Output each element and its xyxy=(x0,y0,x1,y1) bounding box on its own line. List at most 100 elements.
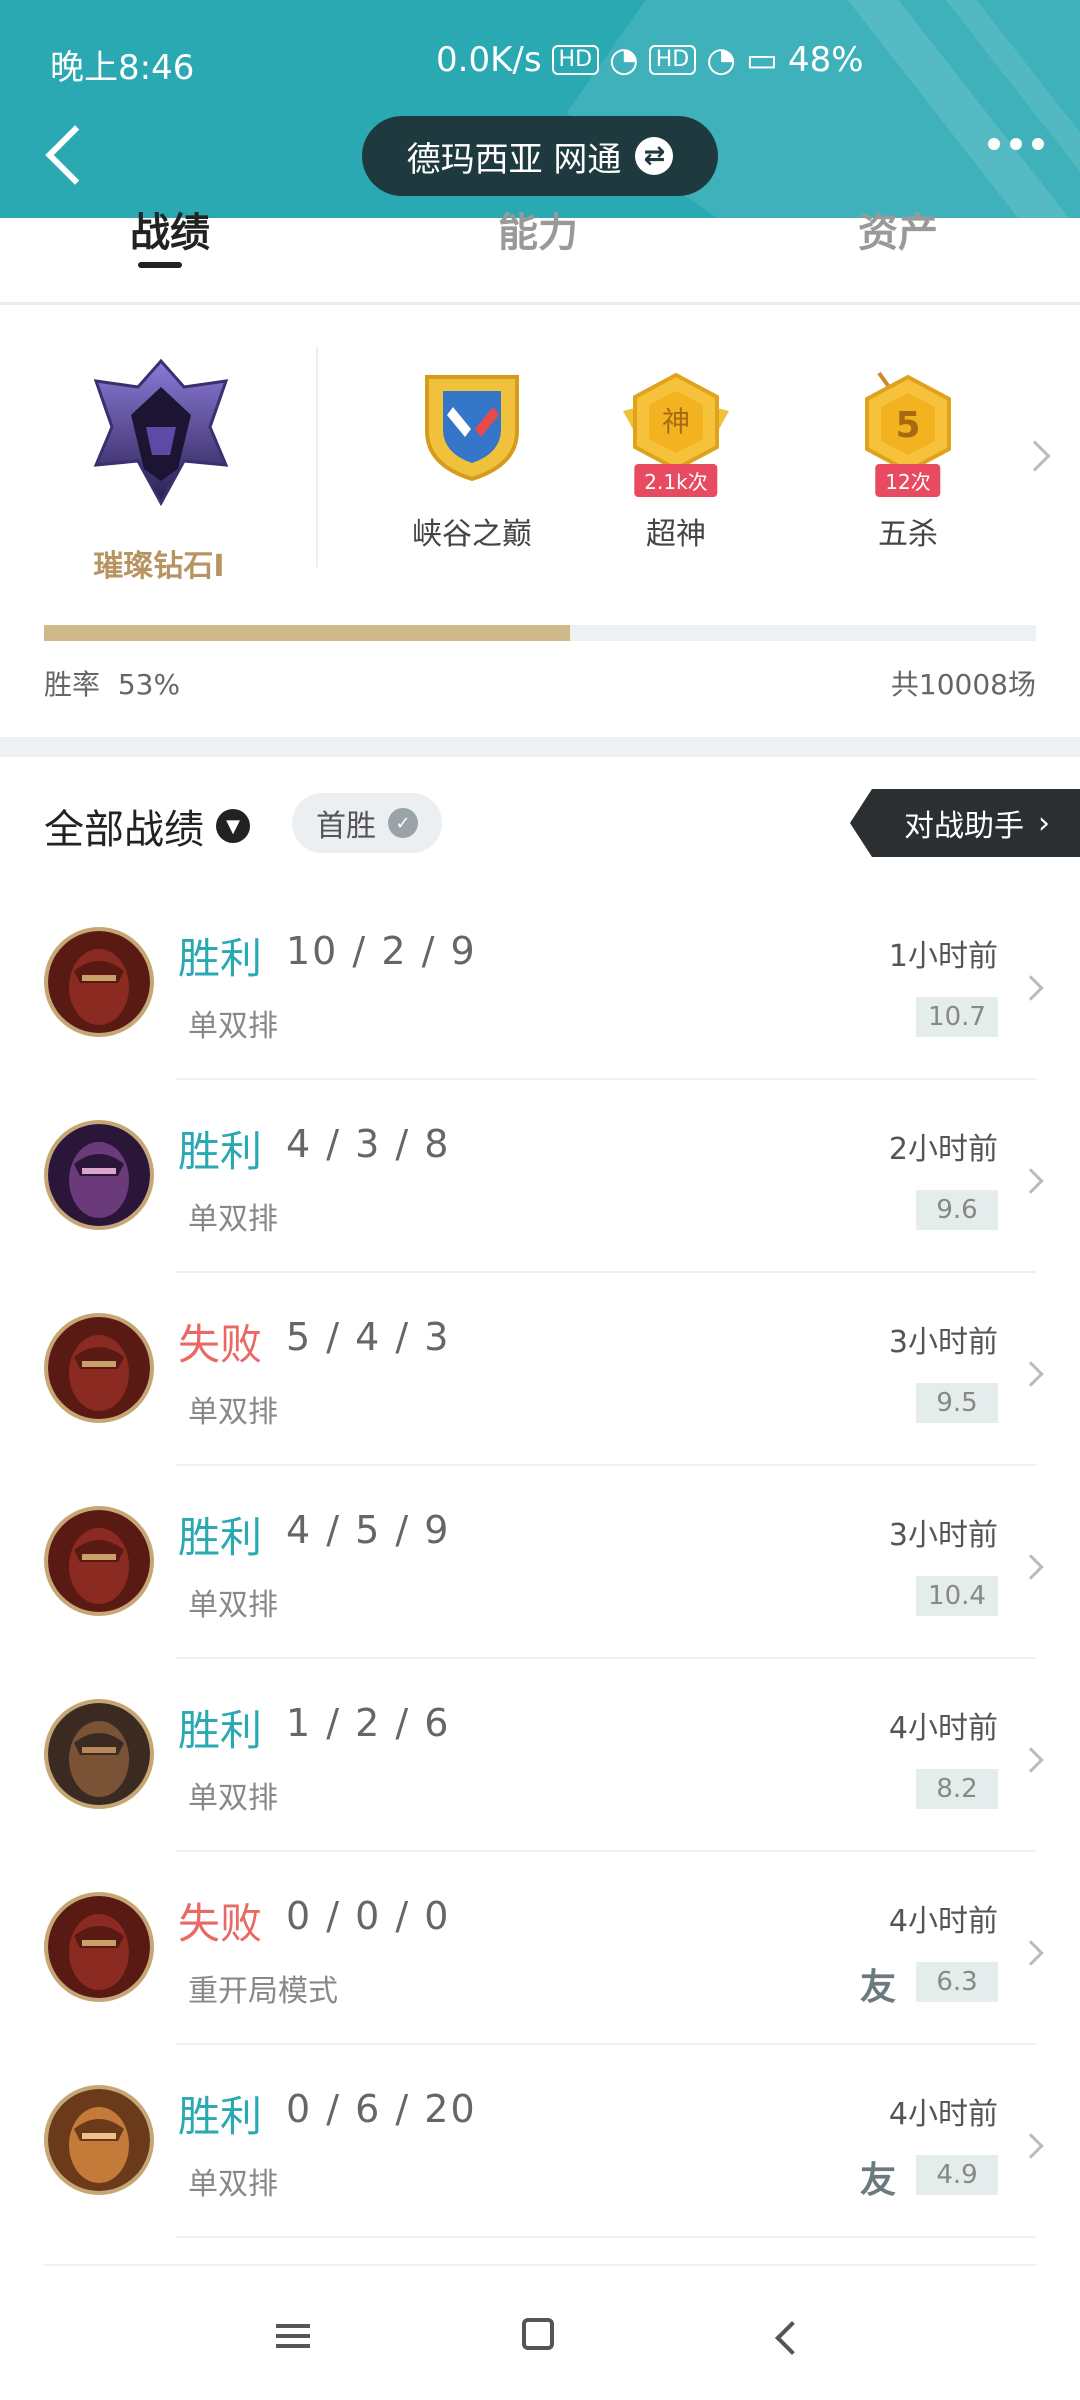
champion-avatar xyxy=(44,927,154,1037)
more-dots-icon xyxy=(988,138,1000,150)
chevron-right-icon[interactable] xyxy=(1019,440,1051,472)
chevron-right-icon xyxy=(1018,1940,1044,1966)
badge-godlike[interactable]: 神 2.1k次 超神 xyxy=(596,367,756,553)
battery-icon: ▭ xyxy=(745,40,778,80)
win-rate: 胜率 53% xyxy=(44,663,180,703)
match-kda: 4 / 3 / 8 xyxy=(286,1122,451,1166)
match-result: 胜利 xyxy=(178,1127,263,1176)
match-mode: 单双排 xyxy=(188,2167,278,2202)
active-tab-indicator xyxy=(138,262,182,268)
server-name: 德玛西亚 网通 xyxy=(406,139,622,180)
first-win-chip[interactable]: 首胜 ✓ xyxy=(292,793,442,853)
match-time: 3小时前 xyxy=(888,1325,998,1360)
chevron-right-icon xyxy=(1018,975,1044,1001)
friend-icon: 友 xyxy=(859,1967,896,2008)
swap-icon: ⇄ xyxy=(635,137,674,175)
svg-text:神: 神 xyxy=(662,405,690,438)
system-nav-bar xyxy=(0,2268,1080,2400)
match-kda: 0 / 6 / 20 xyxy=(286,2087,477,2131)
match-mode: 单双排 xyxy=(188,1395,278,1430)
status-indicators: 0.0K/s HD ◔ HD ◔ ▭ 48% xyxy=(436,40,864,80)
battery-level: 48% xyxy=(787,40,864,80)
match-row[interactable]: 胜利 10 / 2 / 9 单双排 1小时前 10.7 xyxy=(0,887,1080,1080)
match-mode: 单双排 xyxy=(188,1009,278,1044)
match-score: 10.7 xyxy=(916,997,998,1037)
badge-label: 超神 xyxy=(646,517,706,552)
home-icon[interactable] xyxy=(522,2318,554,2350)
champion-avatar xyxy=(44,1699,154,1809)
back-button[interactable] xyxy=(40,120,90,190)
win-rate-label: 胜率 xyxy=(44,668,101,701)
pentakill-icon: 5 12次 xyxy=(849,367,967,497)
more-button[interactable] xyxy=(988,138,1044,150)
match-score: 4.9 xyxy=(916,2155,998,2195)
match-row[interactable]: 胜利 4 / 3 / 8 单双排 2小时前 9.6 xyxy=(0,1080,1080,1273)
match-row[interactable]: 胜利 0 / 6 / 20 单双排 4小时前 友 4.9 xyxy=(0,2045,1080,2238)
match-kda: 5 / 4 / 3 xyxy=(286,1315,451,1359)
wifi-icon: ◔ xyxy=(706,40,736,80)
server-switch-button[interactable]: 德玛西亚 网通 ⇄ xyxy=(362,116,718,196)
back-icon[interactable] xyxy=(770,2318,810,2358)
badge-count: 12次 xyxy=(875,464,941,497)
total-matches: 共10008场 xyxy=(890,668,1036,701)
check-icon: ✓ xyxy=(388,808,418,838)
match-score: 10.4 xyxy=(916,1576,998,1616)
champion-avatar xyxy=(44,1313,154,1423)
all-records-dropdown[interactable]: 全部战绩 ▼ xyxy=(44,797,250,855)
match-result: 胜利 xyxy=(178,934,263,983)
hd-signal-icon: HD xyxy=(648,45,697,75)
divider xyxy=(316,347,318,567)
match-time: 4小时前 xyxy=(888,1904,998,1939)
match-time: 2小时前 xyxy=(888,1132,998,1167)
wifi-icon: ◔ xyxy=(609,40,639,80)
diamond-rank-icon[interactable] xyxy=(86,357,236,507)
network-speed: 0.0K/s xyxy=(436,40,542,80)
app-header: 晚上8:46 0.0K/s HD ◔ HD ◔ ▭ 48% 德玛西亚 网通 ⇄ xyxy=(0,0,1080,218)
match-row[interactable]: 失败 0 / 0 / 0 重开局模式 4小时前 友 6.3 xyxy=(0,1852,1080,2045)
match-mode: 单双排 xyxy=(188,1588,278,1623)
chevron-right-icon xyxy=(1018,1554,1044,1580)
tab-ability[interactable]: 能力 xyxy=(498,200,578,258)
match-mode: 重开局模式 xyxy=(188,1974,338,2009)
tab-record[interactable]: 战绩 xyxy=(130,200,210,258)
rank-title: 璀璨钻石I xyxy=(93,549,225,584)
match-result: 胜利 xyxy=(178,1513,263,1562)
battle-assistant-button[interactable]: 对战助手 › xyxy=(850,789,1080,857)
divider xyxy=(176,2236,1036,2238)
badge-peak[interactable]: 峡谷之巅 xyxy=(392,367,552,553)
match-mode: 单双排 xyxy=(188,1202,278,1237)
champion-avatar xyxy=(44,1120,154,1230)
tab-bar: 战绩 能力 资产 xyxy=(0,210,1080,304)
match-score: 9.6 xyxy=(916,1190,998,1230)
match-time: 3小时前 xyxy=(888,1518,998,1553)
match-score: 6.3 xyxy=(916,1962,998,2002)
chevron-right-icon xyxy=(1018,1747,1044,1773)
win-rate-value: 53% xyxy=(117,668,181,701)
match-mode: 单双排 xyxy=(188,1781,278,1816)
filter-row: 全部战绩 ▼ 首胜 ✓ 对战助手 › xyxy=(0,757,1080,887)
assist-label: 对战助手 xyxy=(904,809,1024,844)
tab-assets[interactable]: 资产 xyxy=(858,200,938,258)
more-dots-icon xyxy=(1032,138,1044,150)
match-list: 胜利 10 / 2 / 9 单双排 1小时前 10.7 胜利 4 / 3 / 8… xyxy=(0,887,1080,2238)
match-row[interactable]: 胜利 1 / 2 / 6 单双排 4小时前 8.2 xyxy=(0,1659,1080,1852)
match-row[interactable]: 胜利 4 / 5 / 9 单双排 3小时前 10.4 xyxy=(0,1466,1080,1659)
section-separator xyxy=(0,737,1080,757)
champion-avatar xyxy=(44,1506,154,1616)
win-rate-fill xyxy=(44,625,570,641)
match-result: 胜利 xyxy=(178,1706,263,1755)
match-result: 胜利 xyxy=(178,2092,263,2141)
badge-pentakill[interactable]: 5 12次 五杀 xyxy=(828,367,988,553)
more-dots-icon xyxy=(1010,138,1022,150)
match-kda: 1 / 2 / 6 xyxy=(286,1701,451,1745)
match-score: 9.5 xyxy=(916,1383,998,1423)
filter-title: 全部战绩 xyxy=(44,807,204,853)
rank-card: 璀璨钻石I 峡谷之巅 神 2.1k次 超神 5 12次 五杀 胜率 53% 共1… xyxy=(0,305,1080,737)
match-time: 4小时前 xyxy=(888,1711,998,1746)
badge-label: 峡谷之巅 xyxy=(412,517,532,552)
match-row[interactable]: 失败 5 / 4 / 3 单双排 3小时前 9.5 xyxy=(0,1273,1080,1466)
badge-count: 2.1k次 xyxy=(634,464,718,497)
chevron-right-icon: › xyxy=(1038,805,1050,841)
menu-icon[interactable] xyxy=(276,2318,316,2358)
match-time: 4小时前 xyxy=(888,2097,998,2132)
